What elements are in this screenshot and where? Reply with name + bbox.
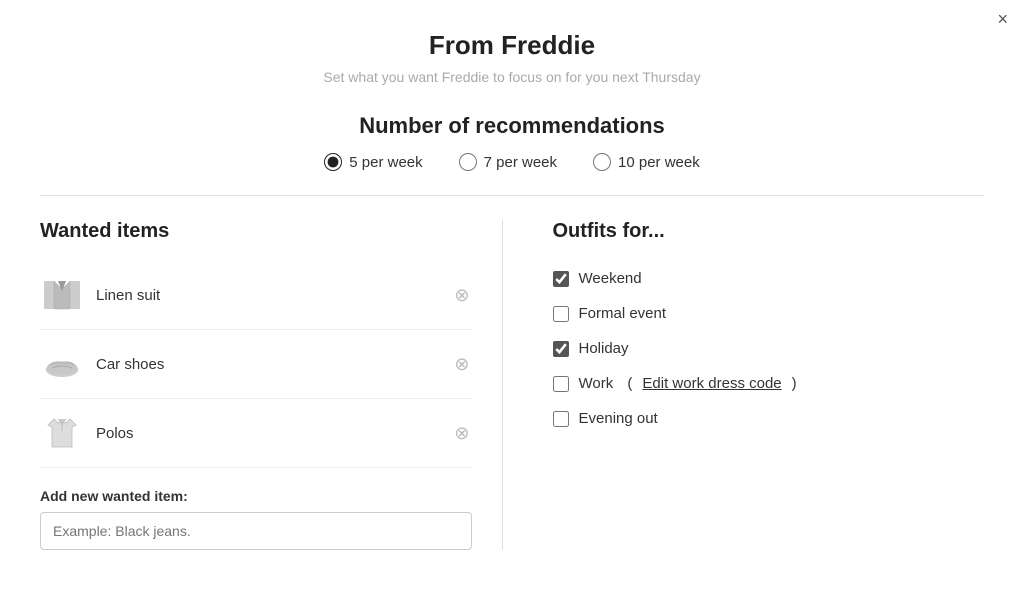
list-item: Polos ⊗ xyxy=(40,399,472,468)
checkbox-formal-event[interactable] xyxy=(553,306,569,322)
radio-label-7: 7 per week xyxy=(484,154,557,171)
remove-linen-suit-button[interactable]: ⊗ xyxy=(452,284,471,306)
shoes-icon xyxy=(40,342,84,386)
radio-input-10[interactable] xyxy=(593,153,611,171)
item-label-polos: Polos xyxy=(96,425,440,442)
outfit-item-formal-event: Formal event xyxy=(553,296,985,331)
modal-subtitle: Set what you want Freddie to focus on fo… xyxy=(40,69,984,85)
outfit-label-weekend: Weekend xyxy=(579,270,642,287)
wanted-items-section: Wanted items Linen suit ⊗ xyxy=(40,220,503,550)
radio-10-per-week[interactable]: 10 per week xyxy=(593,153,700,171)
checkbox-evening-out[interactable] xyxy=(553,411,569,427)
outfit-item-work: Work ( Edit work dress code) xyxy=(553,366,985,401)
outfit-item-holiday: Holiday xyxy=(553,331,985,366)
remove-car-shoes-button[interactable]: ⊗ xyxy=(452,353,471,375)
outfits-title: Outfits for... xyxy=(553,220,985,243)
modal-container: × From Freddie Set what you want Freddie… xyxy=(0,0,1024,590)
polo-icon xyxy=(40,411,84,455)
checkbox-work[interactable] xyxy=(553,376,569,392)
remove-polos-button[interactable]: ⊗ xyxy=(452,422,471,444)
work-edit-parens-open: ( xyxy=(623,375,632,392)
suit-icon xyxy=(40,273,84,317)
work-edit-parens-close: ) xyxy=(792,375,797,392)
list-item: Car shoes ⊗ xyxy=(40,330,472,399)
checkbox-holiday[interactable] xyxy=(553,341,569,357)
radio-5-per-week[interactable]: 5 per week xyxy=(324,153,422,171)
modal-title: From Freddie xyxy=(40,30,984,61)
item-label-car-shoes: Car shoes xyxy=(96,356,440,373)
outfit-item-evening-out: Evening out xyxy=(553,401,985,436)
outfit-label-formal-event: Formal event xyxy=(579,305,667,322)
radio-label-10: 10 per week xyxy=(618,154,700,171)
recommendations-radio-group: 5 per week 7 per week 10 per week xyxy=(40,153,984,171)
edit-work-dress-code-link[interactable]: Edit work dress code xyxy=(642,375,781,392)
recommendations-title: Number of recommendations xyxy=(40,113,984,139)
outfit-label-work: Work xyxy=(579,375,614,392)
add-item-label: Add new wanted item: xyxy=(40,488,472,504)
outfit-item-weekend: Weekend xyxy=(553,261,985,296)
outfit-label-evening-out: Evening out xyxy=(579,410,658,427)
radio-input-5[interactable] xyxy=(324,153,342,171)
add-item-input[interactable] xyxy=(40,512,472,550)
close-button[interactable]: × xyxy=(997,10,1008,28)
outfits-section: Outfits for... Weekend Formal event Holi… xyxy=(503,220,985,550)
list-item: Linen suit ⊗ xyxy=(40,261,472,330)
outfit-label-holiday: Holiday xyxy=(579,340,629,357)
item-label-linen-suit: Linen suit xyxy=(96,287,440,304)
radio-input-7[interactable] xyxy=(459,153,477,171)
section-divider xyxy=(40,195,984,196)
wanted-items-title: Wanted items xyxy=(40,220,472,243)
checkbox-weekend[interactable] xyxy=(553,271,569,287)
radio-label-5: 5 per week xyxy=(349,154,422,171)
two-col-layout: Wanted items Linen suit ⊗ xyxy=(40,220,984,550)
radio-7-per-week[interactable]: 7 per week xyxy=(459,153,557,171)
